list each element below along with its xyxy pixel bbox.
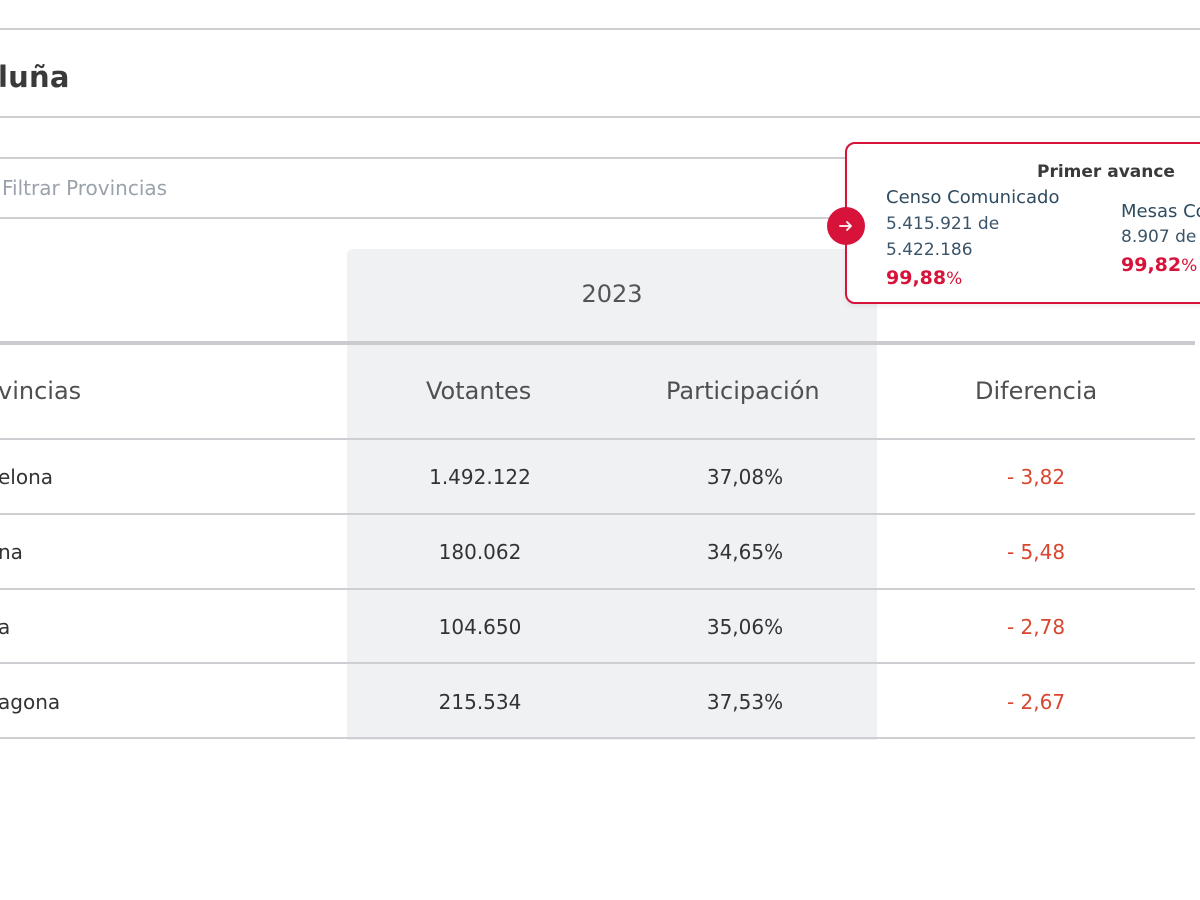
column-header-participacion[interactable]: Participación [666, 377, 820, 405]
table-row-votantes: 215.534 [438, 690, 522, 714]
title-divider [0, 116, 1200, 118]
table-row-votantes: 104.650 [438, 615, 522, 639]
table-row-participacion: 37,53% [706, 690, 784, 714]
table-row-diferencia: - 2,67 [1006, 690, 1066, 714]
row-divider [0, 438, 1195, 440]
arrow-right-icon [839, 221, 852, 231]
censo-label: Censo Comunicado [886, 187, 1060, 208]
table-row-diferencia: - 2,78 [1006, 615, 1066, 639]
row-divider [0, 662, 1195, 664]
mesas-pct-sign: % [1181, 256, 1198, 276]
row-divider [0, 588, 1195, 590]
primer-avance-card: Primer avance Censo Comunicado 5.415.921… [845, 142, 1200, 304]
filter-box [0, 157, 852, 219]
censo-pct-value: 99,88 [886, 267, 947, 289]
censo-percentage: 99,88% [886, 267, 962, 289]
year-column-background [347, 249, 877, 740]
mesas-percentage: 99,82% [1121, 254, 1197, 276]
row-divider [0, 513, 1195, 515]
avance-toggle-button[interactable] [827, 207, 865, 245]
table-row-provincia[interactable]: a [0, 615, 10, 639]
table-row-votantes: 1.492.122 [429, 465, 531, 489]
year-label: 2023 [581, 280, 643, 308]
table-row-participacion: 34,65% [706, 540, 784, 564]
table-row-participacion: 37,08% [706, 465, 784, 489]
censo-count: 5.415.921 de [886, 214, 1000, 234]
censo-pct-sign: % [946, 269, 963, 289]
row-divider [0, 737, 1195, 739]
table-row-provincia[interactable]: na [0, 540, 23, 564]
table-row-participacion: 35,06% [706, 615, 784, 639]
avance-title: Primer avance [1037, 162, 1175, 182]
mesas-pct-value: 99,82 [1121, 254, 1182, 276]
table-row-provincia[interactable]: agona [0, 690, 60, 714]
column-header-votantes[interactable]: Votantes [426, 377, 531, 405]
page-title: luña [0, 60, 70, 94]
mesas-count: 8.907 de [1121, 227, 1197, 247]
table-row-provincia[interactable]: elona [0, 465, 53, 489]
top-divider [0, 28, 1200, 30]
censo-total: 5.422.186 [886, 240, 973, 260]
column-header-diferencia[interactable]: Diferencia [975, 377, 1097, 405]
column-header-provincias[interactable]: vincias [0, 377, 81, 405]
table-header-rule [0, 341, 1195, 345]
filter-provincias-input[interactable] [2, 159, 822, 217]
mesas-label: Mesas Co [1121, 201, 1200, 222]
table-row-votantes: 180.062 [438, 540, 522, 564]
table-row-diferencia: - 3,82 [1006, 465, 1066, 489]
table-row-diferencia: - 5,48 [1006, 540, 1066, 564]
